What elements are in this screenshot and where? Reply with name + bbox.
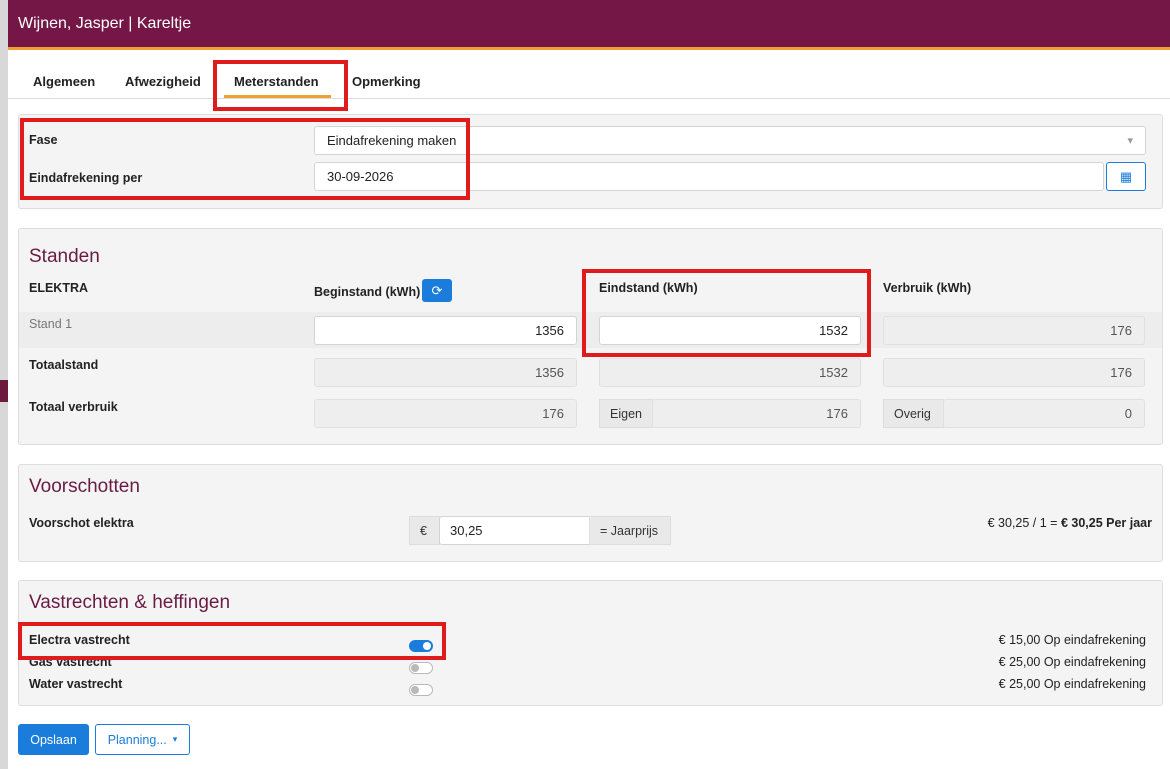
electra-vastrecht-fee: € 15,00 Op eindafrekening [998,633,1146,647]
eindafrekening-per-label: Eindafrekening per [29,171,143,185]
caret-down-icon: ▾ [172,734,178,744]
eigen-addon: Eigen [599,399,653,428]
water-vastrecht-label: Water vastrecht [29,677,123,691]
gas-vastrecht-label: Gas vastrecht [29,655,112,669]
calendar-button[interactable]: ▦ [1106,162,1146,191]
water-vastrecht-toggle[interactable] [409,684,433,696]
refresh-button[interactable]: ⟳ [422,279,452,302]
gas-vastrecht-fee: € 25,00 Op eindafrekening [998,655,1146,669]
tab-bar: Algemeen Afwezigheid Meterstanden Opmerk… [8,50,1170,99]
refresh-icon: ⟳ [431,282,443,298]
jaarprijs-addon: = Jaarprijs [589,516,671,545]
totaalstand-label: Totaalstand [29,358,99,372]
active-tab-indicator [224,95,331,98]
totaalstand-begin-field: 1356 [314,358,577,387]
water-vastrecht-fee: € 25,00 Op eindafrekening [998,677,1146,691]
eindstand-header: Eindstand (kWh) [599,281,698,295]
standen-panel: Standen ELEKTRA Beginstand (kWh) ⟳ Einds… [18,228,1163,445]
fase-label: Fase [29,133,58,147]
fase-select[interactable]: Eindafrekening maken ▾ [314,126,1146,155]
overig-addon: Overig [883,399,944,428]
totaal-verbruik-label: Totaal verbruik [29,400,118,414]
overig-verbruik-field: 0 [943,399,1145,428]
save-button[interactable]: Opslaan [18,724,89,755]
tab-afwezigheid[interactable]: Afwezigheid [125,74,201,89]
totaal-verbruik-begin-field: 176 [314,399,577,428]
standen-title: Standen [29,246,100,267]
voorschotten-title: Voorschotten [29,476,140,497]
elektra-category-label: ELEKTRA [29,281,89,295]
planning-dropdown-button[interactable]: Planning... ▾ [95,724,190,755]
voorschot-summary: € 30,25 / 1 = € 30,25 Per jaar [987,516,1152,530]
tab-opmerking[interactable]: Opmerking [352,74,421,89]
voorschot-input[interactable]: 30,25 [439,516,599,545]
totaalstand-verbruik-field: 176 [883,358,1145,387]
currency-addon: € [409,516,440,545]
tab-algemeen[interactable]: Algemeen [33,74,95,89]
tab-meterstanden[interactable]: Meterstanden [224,74,331,98]
stand1-eind-input[interactable]: 1532 [599,316,861,345]
electra-vastrecht-label: Electra vastrecht [29,633,130,647]
eigen-verbruik-field: 176 [652,399,861,428]
vastrechten-panel: Vastrechten & heffingen Electra vastrech… [18,580,1163,706]
calendar-icon: ▦ [1119,168,1133,184]
totaalstand-eind-field: 1532 [599,358,861,387]
dialog-window: Wijnen, Jasper | Kareltje Algemeen Afwez… [8,0,1170,769]
voorschotten-panel: Voorschotten Voorschot elektra € 30,25 =… [18,464,1163,562]
window-title: Wijnen, Jasper | Kareltje [18,14,192,32]
chevron-down-icon: ▾ [1127,135,1133,147]
stand1-begin-input[interactable]: 1356 [314,316,577,345]
title-bar: Wijnen, Jasper | Kareltje [8,0,1170,50]
verbruik-header: Verbruik (kWh) [883,281,972,295]
eindafrekening-date-value: 30-09-2026 [327,169,394,184]
planning-label: Planning... [107,732,167,747]
stand1-label: Stand 1 [29,317,73,331]
vastrechten-title: Vastrechten & heffingen [29,592,231,613]
fase-select-value: Eindafrekening maken [327,133,457,148]
gas-vastrecht-toggle[interactable] [409,662,433,674]
eindafrekening-date-input[interactable]: 30-09-2026 [314,162,1104,191]
stand1-verbruik-field: 176 [883,316,1145,345]
beginstand-header: Beginstand (kWh) [314,285,421,299]
fase-panel: Fase Eindafrekening maken ▾ Eindafrekeni… [18,114,1163,209]
electra-vastrecht-toggle[interactable] [409,640,433,652]
voorschot-elektra-label: Voorschot elektra [29,516,134,530]
